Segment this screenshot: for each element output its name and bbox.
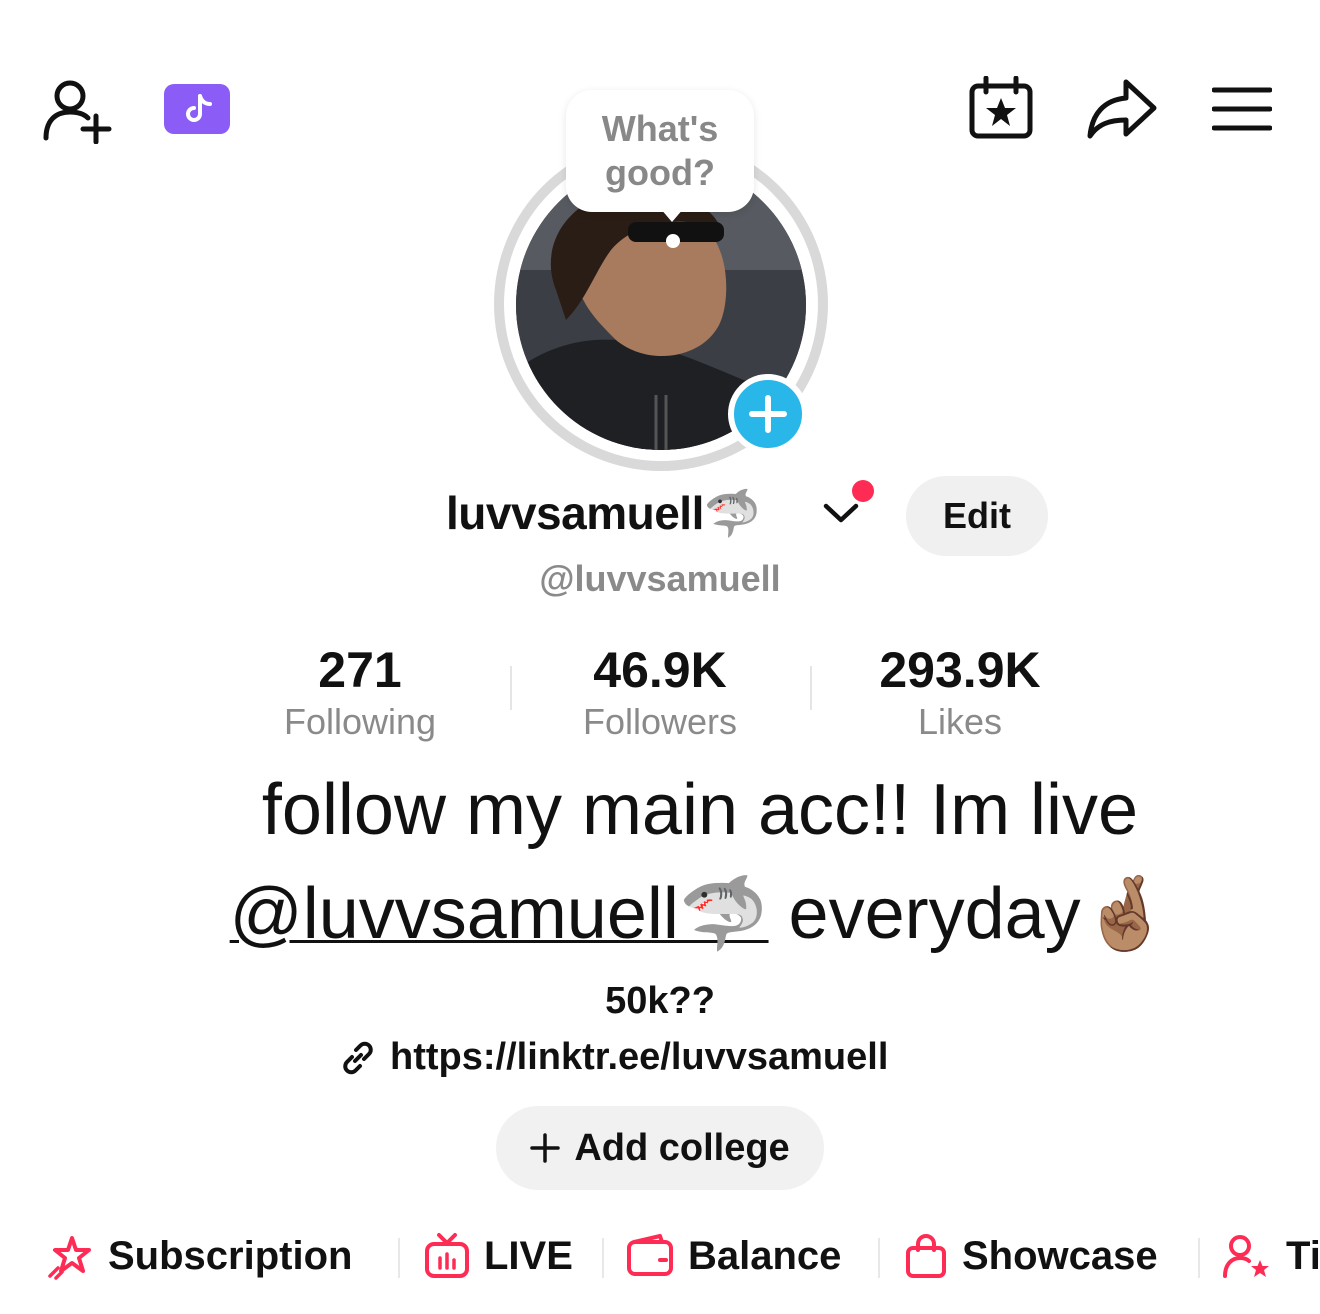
tab-label: LIVE [484,1233,573,1278]
tab-showcase[interactable]: Showcase [904,1222,1158,1290]
stat-followers[interactable]: 46.9K Followers [510,640,810,744]
add-college-button[interactable]: Add college [496,1106,824,1190]
person-star-icon [1223,1235,1269,1278]
account-switcher[interactable] [822,498,860,528]
calendar-star-icon [969,76,1033,139]
tv-icon [425,1233,469,1278]
tab-subscription[interactable]: Subscription [46,1222,352,1290]
chevron-down-icon [823,503,859,523]
username: @luvvsamuell [539,558,781,599]
tiktok-badge-button[interactable] [164,84,230,134]
stat-value: 46.9K [593,642,727,698]
hamburger-menu-icon [1212,87,1272,131]
profile-link-text: https://linktr.ee/luvvsamuell [390,1036,889,1078]
profile-link[interactable]: https://linktr.ee/luvvsamuell [338,1036,888,1079]
share-button[interactable] [1086,76,1158,140]
bio-line-2: @luvvsamuell🦈 everyday🤞🏽 [140,862,1260,966]
star-rocket-icon [48,1236,91,1280]
bio-line-1: follow my main acc!! Im live [261,770,1139,850]
stat-value: 271 [318,642,402,698]
share-arrow-icon [1087,79,1157,139]
tab-tips[interactable]: Ti [1222,1222,1320,1290]
display-name: luvvsamuell🦈 [446,487,761,539]
stat-label: Followers [582,701,738,742]
tab-label: Showcase [962,1233,1158,1278]
stat-label: Following [283,701,437,742]
bio: follow my main acc!! Im live @luvvsamuel… [140,758,1260,974]
plus-icon [749,395,787,433]
tab-label: Subscription [108,1233,353,1278]
bio-sub-line: 50k?? [605,980,715,1022]
stat-label: Likes [917,701,1003,742]
stat-likes[interactable]: 293.9K Likes [810,640,1110,744]
notification-dot [852,480,874,502]
add-friend-button[interactable] [40,76,116,144]
tab-live[interactable]: LIVE [424,1222,573,1290]
tab-balance[interactable]: Balance [626,1222,841,1290]
plus-icon [530,1133,561,1163]
shopping-bag-icon [906,1234,946,1278]
calendar-button[interactable] [968,76,1034,140]
wallet-icon [627,1234,673,1276]
bio-line-2-suffix: everyday🤞🏽 [768,874,1171,954]
person-plus-icon [43,80,112,144]
add-story-button[interactable] [728,374,808,454]
tiktok-note-icon [164,84,230,134]
tab-label: Balance [688,1233,842,1278]
link-icon [343,1041,373,1074]
bio-mention-link[interactable]: @luvvsamuell🦈 [230,874,769,954]
stat-following[interactable]: 271 Following [210,640,510,744]
stat-value: 293.9K [879,642,1041,698]
profile-feature-tabs: Subscription LIVE Balance Showcase Ti [0,1222,1320,1290]
add-college-label: Add college [574,1126,790,1169]
note-bubble[interactable]: What's good? [566,90,754,212]
menu-button[interactable] [1212,86,1272,132]
tab-label: Ti [1286,1233,1320,1278]
edit-profile-button[interactable]: Edit [906,476,1048,556]
